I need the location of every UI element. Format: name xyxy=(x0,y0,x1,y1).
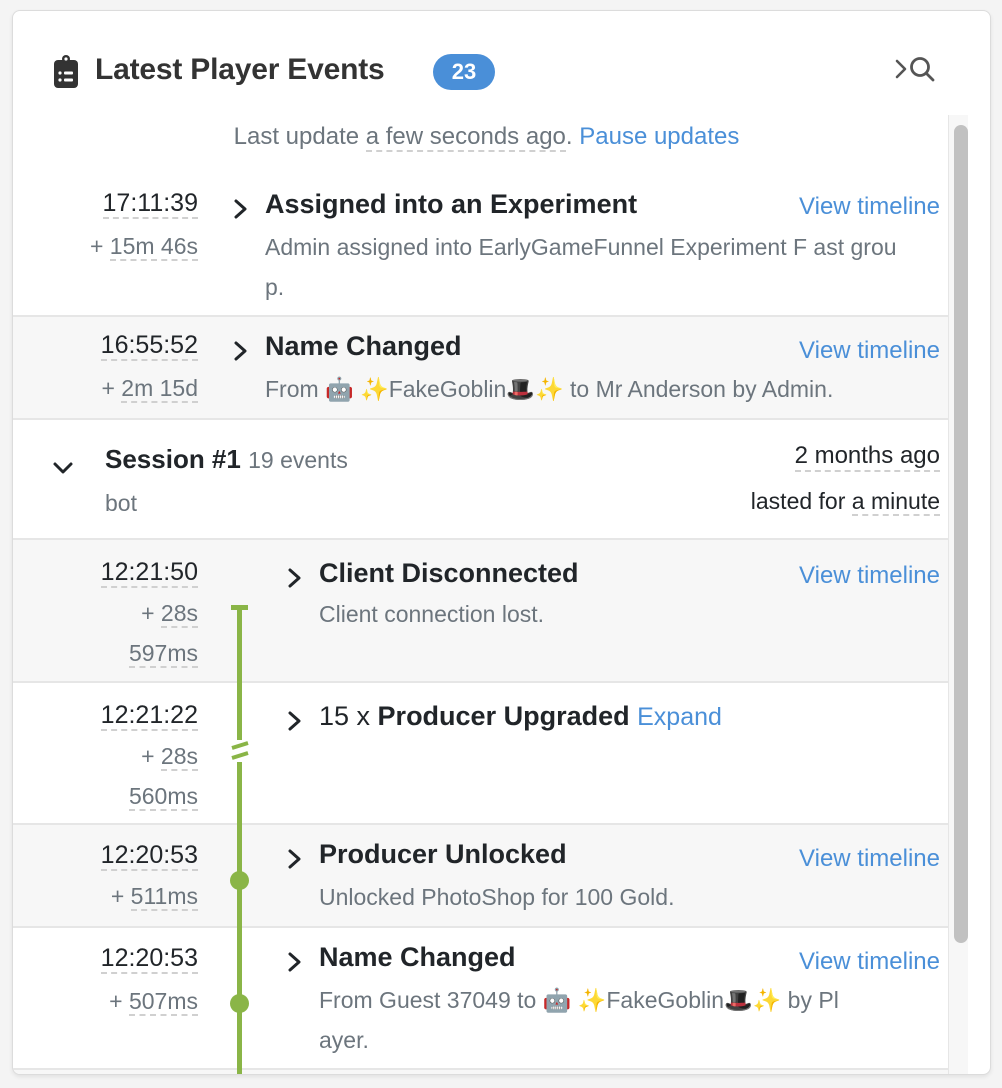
session-title: Session #1 19 events xyxy=(105,444,348,474)
event-row: 12:21:22 + 28s 560ms 15 x Producer Upgra… xyxy=(13,683,960,825)
scrollbar-thumb[interactable] xyxy=(954,125,968,943)
event-delta: + 511ms xyxy=(110,883,198,911)
events-scroll-area[interactable]: Last update a few seconds ago. Pause upd… xyxy=(13,115,960,1074)
event-count-badge: 23 xyxy=(433,54,495,90)
search-icon xyxy=(910,57,935,82)
timeline-event-dot xyxy=(230,871,249,890)
expand-group-link[interactable]: Expand xyxy=(637,703,722,731)
expand-chevron-icon[interactable] xyxy=(285,566,305,590)
card-header: Latest Player Events 23 xyxy=(13,11,990,115)
timeline-event-dot xyxy=(230,994,249,1013)
event-row: 17:11:39 + 15m 46s Assigned into an Expe… xyxy=(13,171,960,317)
chevron-right-icon xyxy=(895,59,907,79)
event-title: Name Changed xyxy=(265,331,462,361)
event-time: 12:21:50 xyxy=(100,558,198,588)
view-timeline-link[interactable]: View timeline xyxy=(799,948,940,976)
event-delta: + 507ms xyxy=(109,988,198,1016)
event-time: 16:55:52 xyxy=(100,331,198,361)
update-status-prefix: Last update xyxy=(233,123,366,150)
event-description-line2: ayer. xyxy=(319,1027,369,1053)
expand-chevron-icon[interactable] xyxy=(285,709,305,733)
event-description: Client connection lost. xyxy=(319,601,545,627)
player-events-card: Latest Player Events 23 Last update a fe… xyxy=(12,10,991,1075)
view-timeline-link[interactable]: View timeline xyxy=(799,193,940,221)
event-description: Admin assigned into EarlyGameFunnel Expe… xyxy=(265,234,897,300)
event-delta: + 2m 15d xyxy=(101,375,198,403)
view-timeline-link[interactable]: View timeline xyxy=(799,337,940,365)
clipboard-list-icon xyxy=(54,55,78,88)
last-update-time: a few seconds ago xyxy=(365,123,566,152)
timeline-gap-marker xyxy=(229,740,251,762)
expand-chevron-icon[interactable] xyxy=(231,339,251,363)
event-title: Client Disconnected xyxy=(319,558,579,588)
view-timeline-link[interactable]: View timeline xyxy=(799,845,940,873)
event-delta-ms: 560ms xyxy=(128,783,198,811)
event-title: Producer Unlocked xyxy=(319,839,567,869)
update-status-suffix: . xyxy=(565,123,580,150)
update-status: Last update a few seconds ago. Pause upd… xyxy=(13,123,960,152)
event-title: Name Changed xyxy=(319,942,516,972)
event-delta-ms: 597ms xyxy=(128,640,198,668)
event-time: 17:11:39 xyxy=(102,189,198,219)
event-delta: + 15m 46s xyxy=(89,233,198,261)
event-title: Assigned into an Experiment xyxy=(265,189,638,219)
search-toggle-button[interactable] xyxy=(893,55,945,85)
event-time: 12:20:53 xyxy=(100,944,198,974)
event-row: 12:21:50 + 28s 597ms Client Disconnected… xyxy=(13,540,960,683)
event-group-count: 15 x xyxy=(319,701,378,731)
card-title: Latest Player Events xyxy=(95,53,385,86)
event-time: 12:21:22 xyxy=(100,701,198,731)
session-start-time: 2 months ago xyxy=(794,442,940,472)
event-title-group: 15 x Producer Upgraded Expand xyxy=(319,701,722,731)
event-time: 12:20:53 xyxy=(100,841,198,871)
session-event-count: 19 events xyxy=(248,447,348,473)
event-description: From 🤖 ✨FakeGoblin🎩✨ to Mr Anderson by A… xyxy=(265,376,834,402)
pause-updates-link[interactable]: Pause updates xyxy=(579,123,739,150)
view-timeline-link[interactable]: View timeline xyxy=(799,562,940,590)
event-description: Unlocked PhotoShop for 100 Gold. xyxy=(319,884,675,910)
timeline-end-cap xyxy=(231,605,248,610)
session-platform: bot xyxy=(105,490,137,516)
expand-chevron-icon[interactable] xyxy=(285,847,305,871)
event-row-partial xyxy=(13,1070,960,1074)
expand-chevron-icon[interactable] xyxy=(231,197,251,221)
collapse-chevron-icon[interactable] xyxy=(51,458,75,478)
session-header[interactable]: Session #1 19 events bot 2 months ago la… xyxy=(13,420,960,540)
session-duration: lasted for a minute xyxy=(750,488,940,516)
event-delta: + 28s xyxy=(141,600,198,628)
event-row: 12:20:53 + 511ms Producer Unlocked View … xyxy=(13,825,960,928)
event-row: 12:20:53 + 507ms Name Changed View timel… xyxy=(13,928,960,1070)
event-row: 16:55:52 + 2m 15d Name Changed View time… xyxy=(13,317,960,420)
event-description-line1: From Guest 37049 to 🤖 ✨FakeGoblin🎩✨ by P… xyxy=(319,987,839,1013)
scrollbar[interactable] xyxy=(948,115,968,1074)
expand-chevron-icon[interactable] xyxy=(285,950,305,974)
event-delta: + 28s xyxy=(141,743,198,771)
